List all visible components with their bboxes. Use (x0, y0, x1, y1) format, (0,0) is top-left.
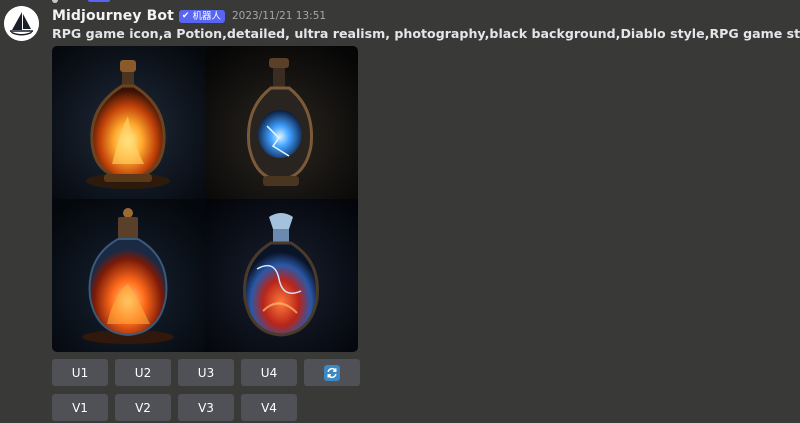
midjourney-boat-logo (4, 6, 39, 41)
image-tile-3[interactable] (52, 199, 205, 352)
variation-4-button[interactable]: V4 (241, 394, 297, 421)
prompt-text: RPG game icon,a Potion,detailed, ultra r… (52, 26, 800, 41)
upscale-4-button[interactable]: U4 (241, 359, 297, 386)
chat-message: Midjourney Bot ✔ 机器人 2023/11/21 13:51 RP… (0, 0, 800, 423)
message-header: Midjourney Bot ✔ 机器人 2023/11/21 13:51 (52, 6, 326, 26)
avatar[interactable] (4, 6, 39, 41)
reply-avatar-dot (52, 0, 58, 3)
reroll-button[interactable] (304, 359, 360, 386)
reply-mention-bar (88, 0, 110, 2)
checkmark-icon: ✔ (181, 10, 190, 21)
image-tile-2[interactable] (205, 46, 358, 199)
timestamp: 2023/11/21 13:51 (231, 10, 327, 22)
variation-1-button[interactable]: V1 (52, 394, 108, 421)
bot-badge-label: 机器人 (192, 10, 221, 22)
image-grid[interactable] (52, 46, 358, 352)
image-tile-1[interactable] (52, 46, 205, 199)
reply-indicator (52, 0, 112, 4)
upscale-button-row: U1 U2 U3 U4 (52, 359, 360, 386)
upscale-2-button[interactable]: U2 (115, 359, 171, 386)
upscale-1-button[interactable]: U1 (52, 359, 108, 386)
variation-button-row: V1 V2 V3 V4 (52, 394, 297, 421)
bot-badge: ✔ 机器人 (178, 9, 225, 23)
variation-3-button[interactable]: V3 (178, 394, 234, 421)
refresh-icon (324, 364, 340, 381)
potion-image (205, 46, 358, 199)
upscale-3-button[interactable]: U3 (178, 359, 234, 386)
potion-image (205, 199, 358, 352)
image-tile-4[interactable] (205, 199, 358, 352)
potion-image (52, 46, 205, 199)
author-name[interactable]: Midjourney Bot (52, 8, 174, 24)
potion-image (52, 199, 205, 352)
variation-2-button[interactable]: V2 (115, 394, 171, 421)
